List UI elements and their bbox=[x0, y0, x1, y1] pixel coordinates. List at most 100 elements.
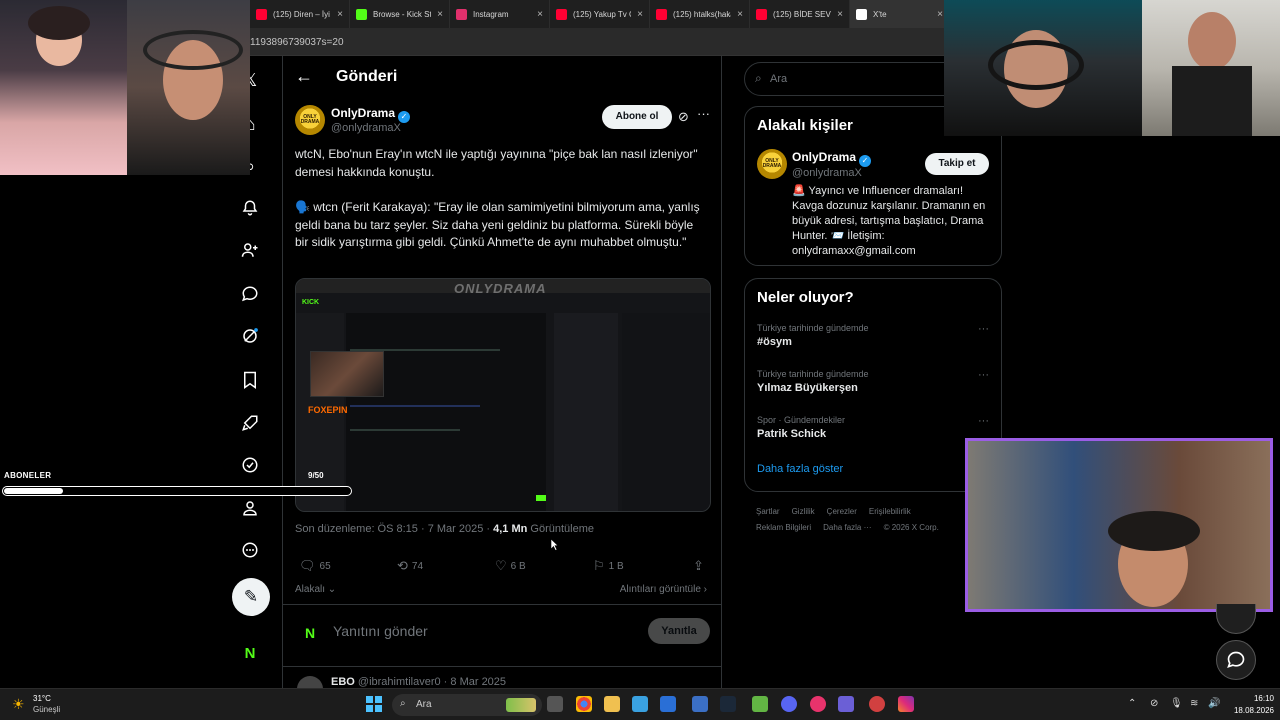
tab-close-icon[interactable]: × bbox=[737, 9, 743, 20]
app-icon[interactable] bbox=[692, 696, 708, 712]
related-title: Alakalı kişiler bbox=[757, 117, 853, 134]
task-view-icon[interactable] bbox=[547, 696, 563, 712]
trend-item[interactable]: Spor · Gündemdekiler Patrik Schick ··· bbox=[757, 415, 989, 440]
app-icon[interactable] bbox=[869, 696, 885, 712]
app-icon[interactable] bbox=[632, 696, 648, 712]
share-action[interactable]: ⇪ bbox=[693, 558, 704, 574]
weather-temp[interactable]: 31°C bbox=[33, 694, 51, 703]
person-avatar[interactable]: ONLY DRAMA bbox=[757, 149, 787, 179]
show-more-link[interactable]: Daha fazla göster bbox=[757, 463, 843, 475]
address-bar[interactable]: 1193896739037s=20 bbox=[250, 28, 950, 56]
footer-link[interactable]: Gizlilik bbox=[792, 507, 815, 516]
network-icon[interactable]: ⊘ bbox=[1150, 698, 1158, 709]
bookmark-icon[interactable] bbox=[238, 368, 262, 392]
footer-link[interactable]: Şartlar bbox=[756, 507, 780, 516]
webcam-headset bbox=[143, 30, 243, 70]
steam-icon[interactable] bbox=[720, 696, 736, 712]
person-name[interactable]: OnlyDrama ✓ bbox=[792, 150, 872, 167]
subscribers-progress-fill bbox=[4, 488, 63, 494]
mic-icon[interactable]: 🎙 bbox=[1170, 698, 1183, 709]
clock-time[interactable]: 16:10 bbox=[1244, 694, 1274, 703]
message-icon[interactable] bbox=[238, 282, 262, 306]
search-highlight-image bbox=[506, 698, 536, 712]
chevron-up-icon[interactable]: ⌃ bbox=[1128, 698, 1136, 709]
tab-close-icon[interactable]: × bbox=[437, 9, 443, 20]
media-chat-panel bbox=[346, 313, 546, 511]
like-action[interactable]: ♡ 6 B bbox=[495, 558, 526, 574]
more-circle-icon[interactable] bbox=[238, 538, 262, 562]
compose-icon[interactable]: ✎ bbox=[232, 578, 270, 616]
mail-icon[interactable] bbox=[660, 696, 676, 712]
bell-icon[interactable] bbox=[238, 196, 262, 220]
trend-item[interactable]: Türkiye tarihinde gündemde #ösym ··· bbox=[757, 323, 989, 348]
reply-action[interactable]: 🗨 65 bbox=[299, 558, 331, 574]
tab-close-icon[interactable]: × bbox=[537, 9, 543, 20]
author-name[interactable]: OnlyDrama ✓ bbox=[331, 106, 411, 123]
post-header: ← Gönderi bbox=[283, 56, 721, 98]
rocket-icon[interactable] bbox=[238, 411, 262, 435]
follow-button[interactable]: Takip et bbox=[925, 153, 989, 175]
tab-close-icon[interactable]: × bbox=[637, 9, 643, 20]
footer-link[interactable]: Erişilebilirlik bbox=[869, 507, 911, 516]
kick-icon[interactable]: N bbox=[242, 646, 258, 662]
browser-tab[interactable]: Browse - Kick Str × bbox=[350, 0, 450, 28]
taskbar-search[interactable]: ⌕ Ara bbox=[392, 694, 542, 716]
post-meta: Son düzenleme: ÖS 8:15 · 7 Mar 2025 · 4,… bbox=[295, 523, 594, 535]
add-user-icon[interactable] bbox=[238, 238, 262, 262]
subscribe-button[interactable]: Abone ol bbox=[602, 105, 672, 129]
windows-start-icon[interactable] bbox=[366, 696, 382, 712]
author-handle[interactable]: @onlydramaX bbox=[331, 122, 401, 134]
more-options-icon[interactable]: ··· bbox=[697, 106, 710, 121]
file-explorer-icon[interactable] bbox=[604, 696, 620, 712]
related-dropdown[interactable]: Alakalı ⌄ bbox=[295, 584, 336, 595]
grok-explain-icon[interactable]: ⊘ bbox=[678, 109, 689, 125]
tab-close-icon[interactable]: × bbox=[937, 9, 943, 20]
tab-close-icon[interactable]: × bbox=[837, 9, 843, 20]
clock-date[interactable]: 18.08.2026 bbox=[1226, 706, 1274, 715]
person-handle[interactable]: @onlydramaX bbox=[792, 167, 862, 179]
browser-tab[interactable]: (125) BİDE SEVİYO × bbox=[750, 0, 850, 28]
search-icon: ⌕ bbox=[400, 698, 406, 709]
teams-icon[interactable] bbox=[838, 696, 854, 712]
browser-tab[interactable]: (125) htalks(haka × bbox=[650, 0, 750, 28]
back-arrow-icon[interactable]: ← bbox=[295, 66, 313, 87]
reply-button[interactable]: Yanıtla bbox=[648, 618, 710, 644]
browser-tab[interactable]: X'te × bbox=[850, 0, 950, 28]
bookmark-action[interactable]: ⚐ 1 B bbox=[593, 558, 624, 574]
footer-link[interactable]: Daha fazla ··· bbox=[823, 523, 871, 532]
browser-tab[interactable]: Instagram × bbox=[450, 0, 550, 28]
instagram-icon[interactable] bbox=[898, 696, 914, 712]
trend-more-icon[interactable]: ··· bbox=[978, 415, 989, 427]
discord-icon[interactable] bbox=[781, 696, 797, 712]
volume-icon[interactable]: 🔊 bbox=[1208, 698, 1220, 709]
chrome-icon[interactable] bbox=[576, 696, 592, 712]
floating-button[interactable] bbox=[1216, 604, 1256, 634]
minecraft-icon[interactable] bbox=[752, 696, 768, 712]
media-player-icon[interactable] bbox=[810, 696, 826, 712]
footer-link[interactable]: Çerezler bbox=[827, 507, 857, 516]
media-watermark: ONLYDRAMA bbox=[454, 281, 547, 296]
trend-more-icon[interactable]: ··· bbox=[978, 369, 989, 381]
tab-close-icon[interactable]: × bbox=[337, 9, 343, 20]
profile-icon[interactable] bbox=[238, 496, 262, 520]
reply-author-avatar[interactable] bbox=[297, 676, 323, 688]
next-reply-header[interactable]: EBO @ibrahimtilaver0 · 8 Mar 2025 bbox=[331, 676, 506, 688]
weather-desc[interactable]: Güneşli bbox=[33, 705, 60, 714]
trend-more-icon[interactable]: ··· bbox=[978, 323, 989, 335]
view-quotes-link[interactable]: Alıntıları görüntüle › bbox=[620, 584, 707, 595]
sun-icon[interactable]: ☀ bbox=[12, 696, 25, 713]
verified-icon[interactable] bbox=[238, 453, 262, 477]
reply-input[interactable]: Yanıtını gönder bbox=[333, 623, 428, 639]
trend-item[interactable]: Türkiye tarihinde gündemde Yılmaz Büyüke… bbox=[757, 369, 989, 394]
taskbar: ☀ 31°C Güneşli ⌕ Ara ⌃ ⊘ 🎙 ≋ 🔊 16:10 18.… bbox=[0, 688, 1280, 720]
webcam-face bbox=[1188, 12, 1236, 70]
chat-bubble-icon[interactable] bbox=[1216, 640, 1256, 680]
repost-action[interactable]: ⟲ 74 bbox=[397, 558, 423, 574]
grok-icon[interactable] bbox=[238, 324, 262, 348]
post-media-video[interactable]: KICK FOXEPIN 9/50 ONLYDRAMA bbox=[295, 278, 711, 512]
footer-link[interactable]: Reklam Bilgileri bbox=[756, 523, 811, 532]
browser-tab[interactable]: (125) Diren – İyi B × bbox=[250, 0, 350, 28]
browser-tab[interactable]: (125) Yakup Tv Çç × bbox=[550, 0, 650, 28]
author-avatar[interactable]: ONLY DRAMA bbox=[295, 105, 325, 135]
wifi-icon[interactable]: ≋ bbox=[1190, 698, 1198, 709]
